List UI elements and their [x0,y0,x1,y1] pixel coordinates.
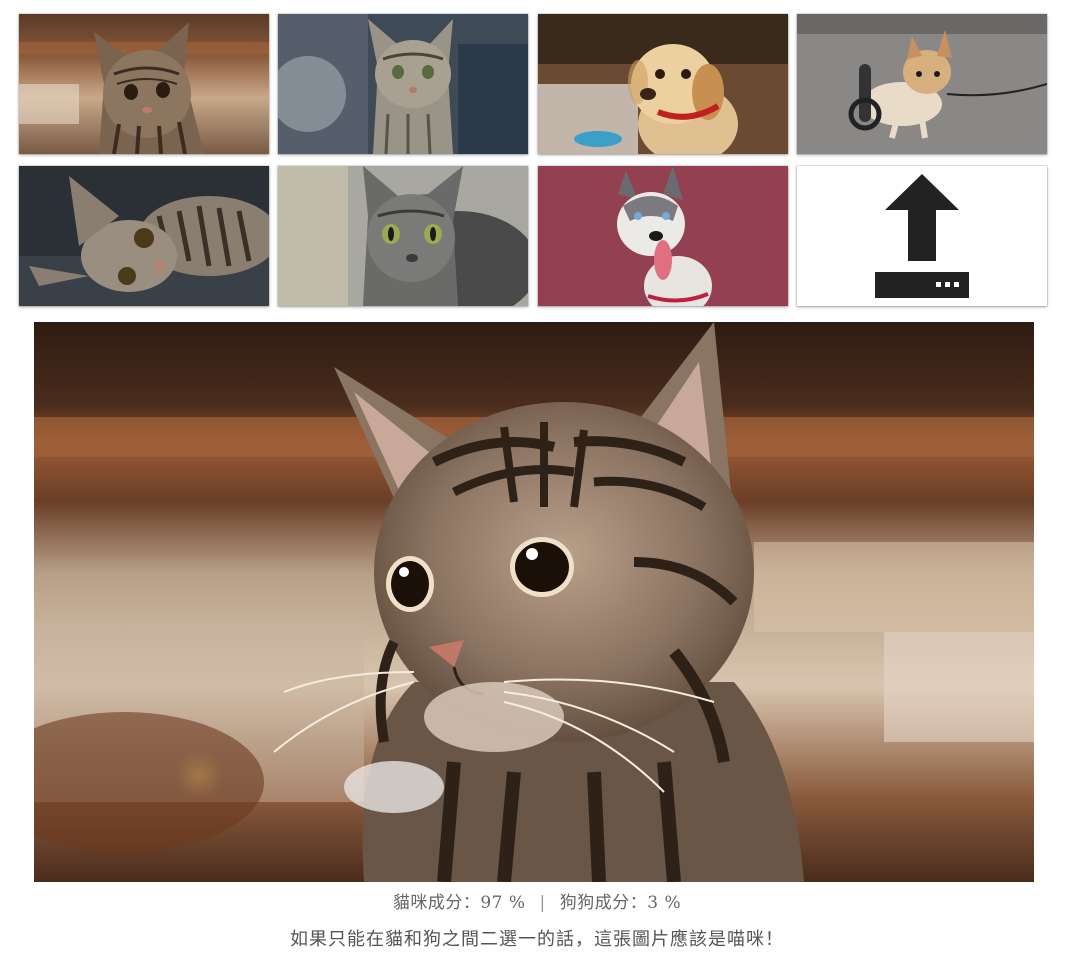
tabby-kitten-photo [19,14,269,154]
husky-photo [538,166,788,306]
prediction-result: 貓咪成分：97 % | 狗狗成分：3 % [0,888,1074,913]
cat-score-label: 貓咪成分： [392,893,481,913]
upload-button[interactable] [797,166,1047,306]
corgi-wheelchair-photo [797,14,1047,154]
dog-score-label: 狗狗成分： [559,893,648,913]
selected-photo [34,322,1034,882]
thumbnail-corgi-wheelchair[interactable] [797,14,1047,154]
thumbnail-husky[interactable] [538,166,788,306]
green-eyed-cat-photo [278,166,528,306]
thumbnail-green-eyed-cat[interactable] [278,166,528,306]
thumbnail-golden-puppy[interactable] [538,14,788,154]
tabby-kitten-large-photo [34,322,1034,882]
score-separator: | [539,893,546,913]
thumbnail-tabby-kitten[interactable] [19,14,269,154]
thumbnail-lying-tabby-cat[interactable] [19,166,269,306]
thumbnail-gray-tabby-cat[interactable] [278,14,528,154]
verdict-text: 如果只能在貓和狗之間二選一的話，這張圖片應該是喵咪！ [290,929,784,950]
upload-icon [875,174,969,298]
dog-score-value: 3 % [647,893,682,913]
lying-tabby-cat-photo [19,166,269,306]
gray-tabby-cat-photo [278,14,528,154]
golden-puppy-photo [538,14,788,154]
cat-score-value: 97 % [480,893,526,913]
